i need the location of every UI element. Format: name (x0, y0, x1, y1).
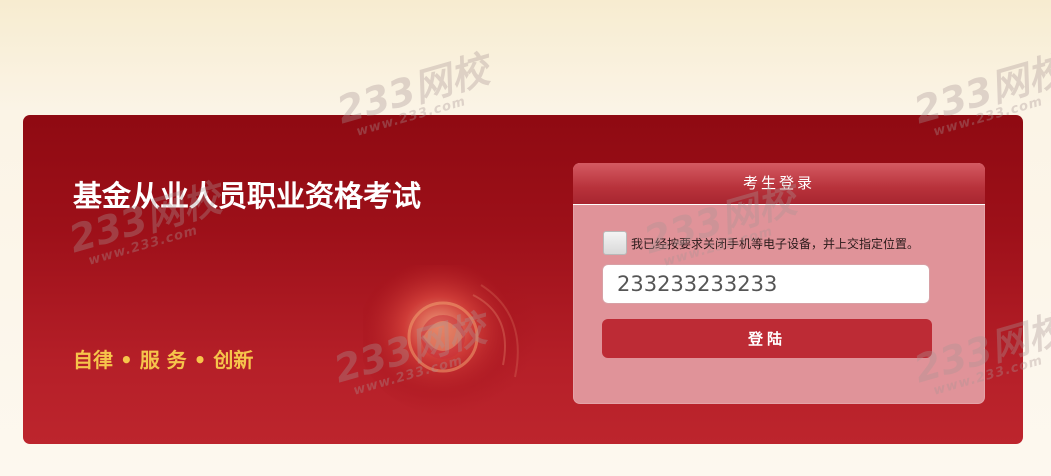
agreement-checkbox[interactable] (603, 231, 627, 255)
exam-banner-panel: 基金从业人员职业资格考试 自律 • 服 务 • 创新 考生登录 我已经按要求关闭… (23, 115, 1023, 444)
login-header: 考生登录 (573, 163, 985, 205)
exam-title: 基金从业人员职业资格考试 (73, 179, 422, 213)
agreement-label: 我已经按要求关闭手机等电子设备，并上交指定位置。 (631, 236, 920, 251)
exam-slogan: 自律 • 服 务 • 创新 (73, 348, 254, 372)
candidate-login-box: 考生登录 我已经按要求关闭手机等电子设备，并上交指定位置。 登陆 (573, 163, 985, 404)
agreement-row: 我已经按要求关闭手机等电子设备，并上交指定位置。 (603, 230, 919, 256)
ticket-number-input[interactable] (602, 264, 930, 304)
coin-emblem-icon (363, 265, 538, 415)
login-button[interactable]: 登陆 (602, 319, 932, 358)
